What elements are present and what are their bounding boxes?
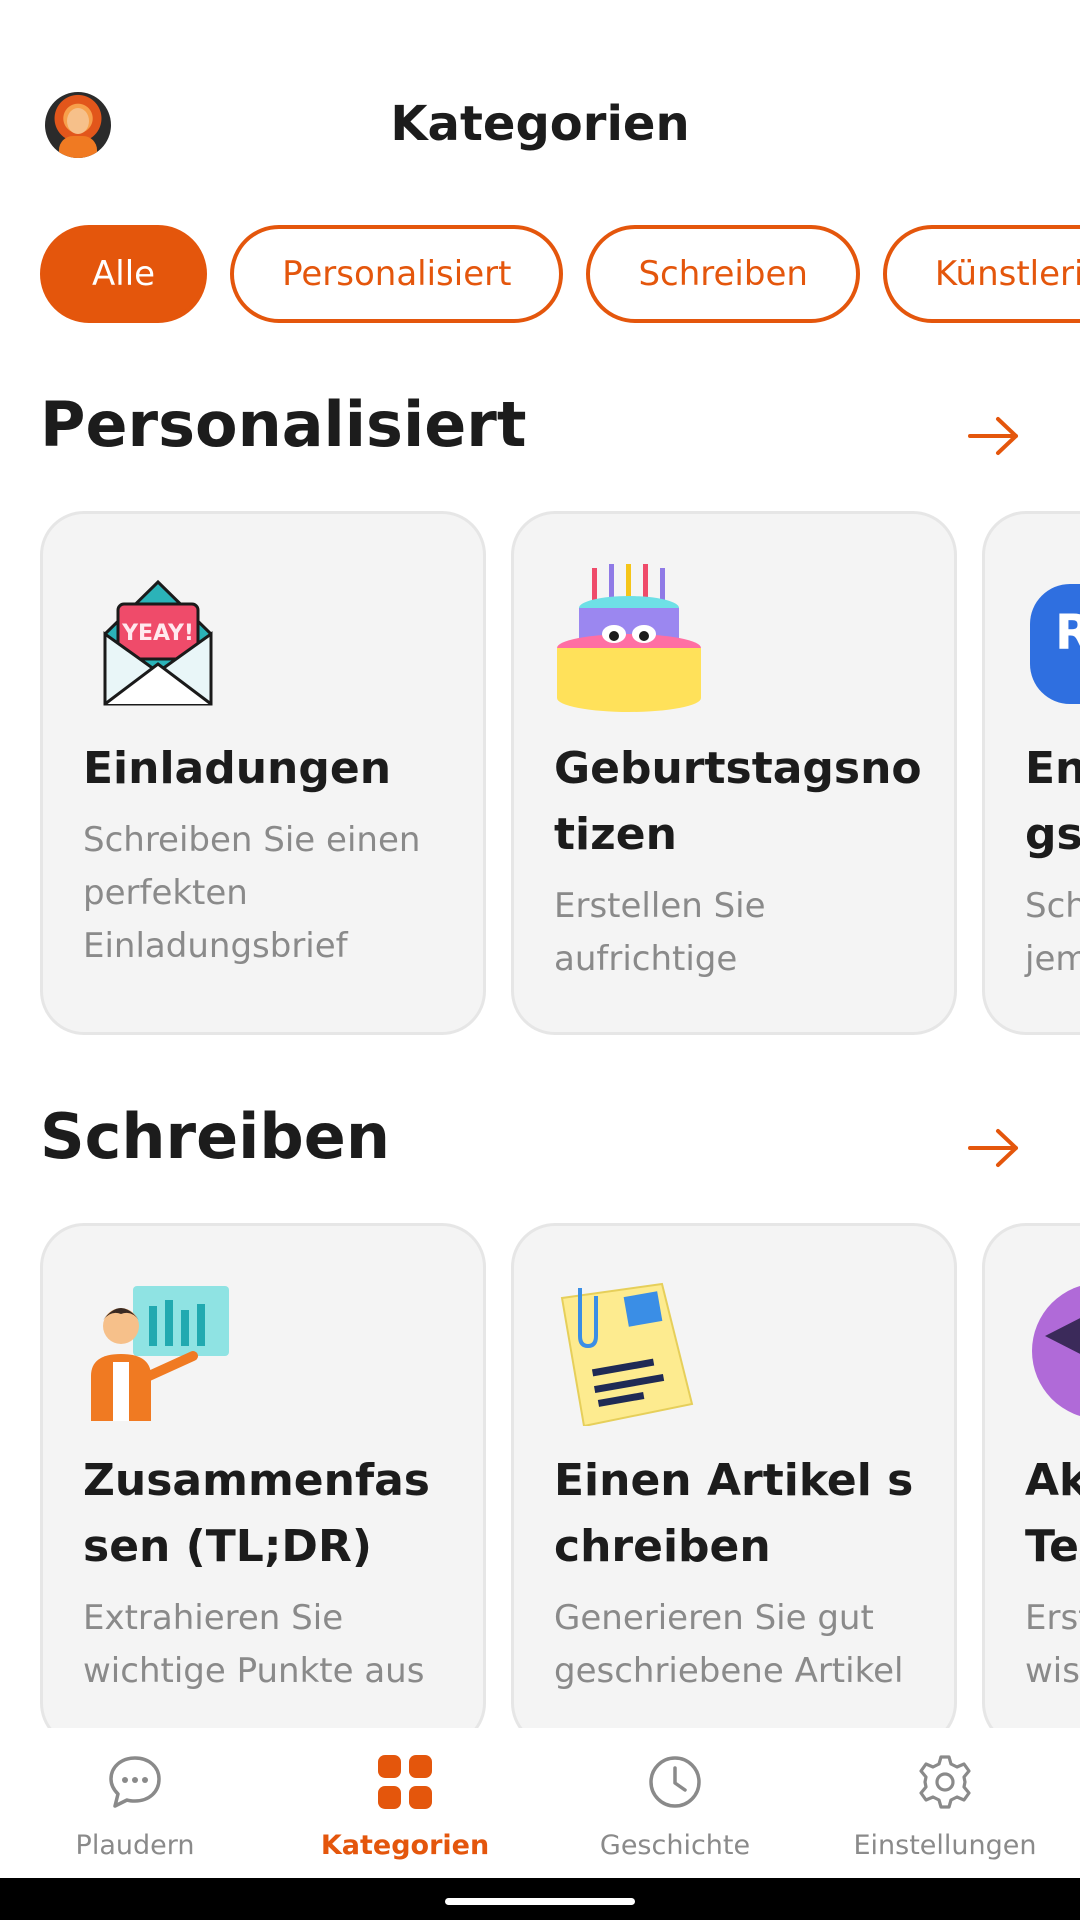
card-carousel: YEAY! Einladungen Schreiben Sie einen pe… (40, 511, 1080, 1041)
card-title: Entschuldigungsnotiz (1025, 743, 1080, 860)
card-zusammenfassen[interactable]: Zusammenfassen (TL;DR) Extrahieren Sie w… (40, 1223, 486, 1733)
card-description: Extrahieren Sie wichtige Punkte aus (83, 1598, 425, 1691)
nav-label: Kategorien (320, 1830, 490, 1861)
clock-icon (649, 1756, 701, 1808)
card-artikel-schreiben[interactable]: Einen Artikel schreiben Generieren Sie g… (511, 1223, 957, 1733)
chip-kuenstlerisch[interactable]: Künstlerisch (882, 225, 1080, 323)
card-akademischer-text[interactable]: Akademischer Text Erstellen Sie wissensc… (982, 1223, 1080, 1733)
card-title: Einen Artikel schreiben (554, 1455, 914, 1572)
section-title: Personalisiert (40, 388, 527, 461)
card-description: Schreiben Sie jemandem (1025, 886, 1080, 979)
app-header: Kategorien (0, 0, 1080, 210)
arrow-right-icon[interactable] (968, 1128, 1020, 1168)
gear-icon (919, 1755, 971, 1809)
category-filter-chips: AllePersonalisiertSchreibenKünstlerisch (40, 225, 1080, 325)
section-title: Schreiben (40, 1100, 390, 1173)
chip-alle[interactable]: Alle (40, 225, 208, 323)
section-schreiben: Schreiben Zusammenfassen (TL;DR) Extrahi… (0, 1082, 1080, 1733)
chip-personalisiert[interactable]: Personalisiert (230, 225, 564, 323)
card-description: Erstellen Sie aufrichtige (554, 886, 766, 979)
nav-label: Einstellungen (853, 1830, 1037, 1861)
card-carousel: Zusammenfassen (TL;DR) Extrahieren Sie w… (40, 1223, 1080, 1733)
card-einladungen[interactable]: YEAY! Einladungen Schreiben Sie einen pe… (40, 511, 486, 1035)
presenter-chart-icon (91, 1286, 229, 1421)
card-title: Zusammenfassen (TL;DR) (83, 1455, 430, 1572)
chat-bubble-icon (109, 1756, 161, 1808)
svg-text:R: R (1055, 605, 1080, 661)
card-entschuldigungsnotiz[interactable]: R Entschuldigungsnotiz Schreiben Sie jem… (982, 511, 1080, 1035)
page-title: Kategorien (390, 96, 690, 152)
card-title: Geburtstagsnotizen (554, 743, 922, 860)
card-description: Schreiben Sie einen perfekten Einladungs… (83, 820, 421, 966)
card-title: Akademischer Text (1025, 1455, 1080, 1572)
yeay-envelope-icon: YEAY! (103, 579, 213, 706)
card-description: Generieren Sie gut geschriebene Artikel (554, 1598, 904, 1691)
grid-icon (378, 1755, 432, 1809)
nav-label: Plaudern (75, 1830, 195, 1861)
bottom-navigation: Plaudern Kategorien Geschichte Einstellu… (0, 1728, 1080, 1878)
nav-item-geschichte[interactable]: Geschichte (540, 1728, 810, 1878)
nav-item-einstellungen[interactable]: Einstellungen (810, 1728, 1080, 1878)
nav-item-plaudern[interactable]: Plaudern (0, 1728, 270, 1878)
system-navigation-bar (0, 1878, 1080, 1920)
sticky-note-icon (560, 1282, 694, 1426)
nav-label: Geschichte (599, 1830, 751, 1861)
card-title: Einladungen (83, 743, 392, 794)
birthday-cake-icon (557, 564, 701, 712)
academic-icon (1032, 1286, 1080, 1416)
card-description: Erstellen Sie wissenschaftliche (1025, 1598, 1080, 1691)
card-geburtstagsnotizen[interactable]: Geburtstagsnotizen Erstellen Sie aufrich… (511, 511, 957, 1035)
arrow-right-icon[interactable] (968, 416, 1020, 456)
home-gesture-bar[interactable] (445, 1898, 635, 1905)
chip-schreiben[interactable]: Schreiben (586, 225, 860, 323)
sticker-icon: R (1030, 584, 1080, 704)
nav-item-kategorien[interactable]: Kategorien (270, 1728, 540, 1878)
svg-text:YEAY!: YEAY! (121, 621, 194, 646)
section-personalisiert: Personalisiert YEAY! Einladungen Schreib… (0, 370, 1080, 1050)
